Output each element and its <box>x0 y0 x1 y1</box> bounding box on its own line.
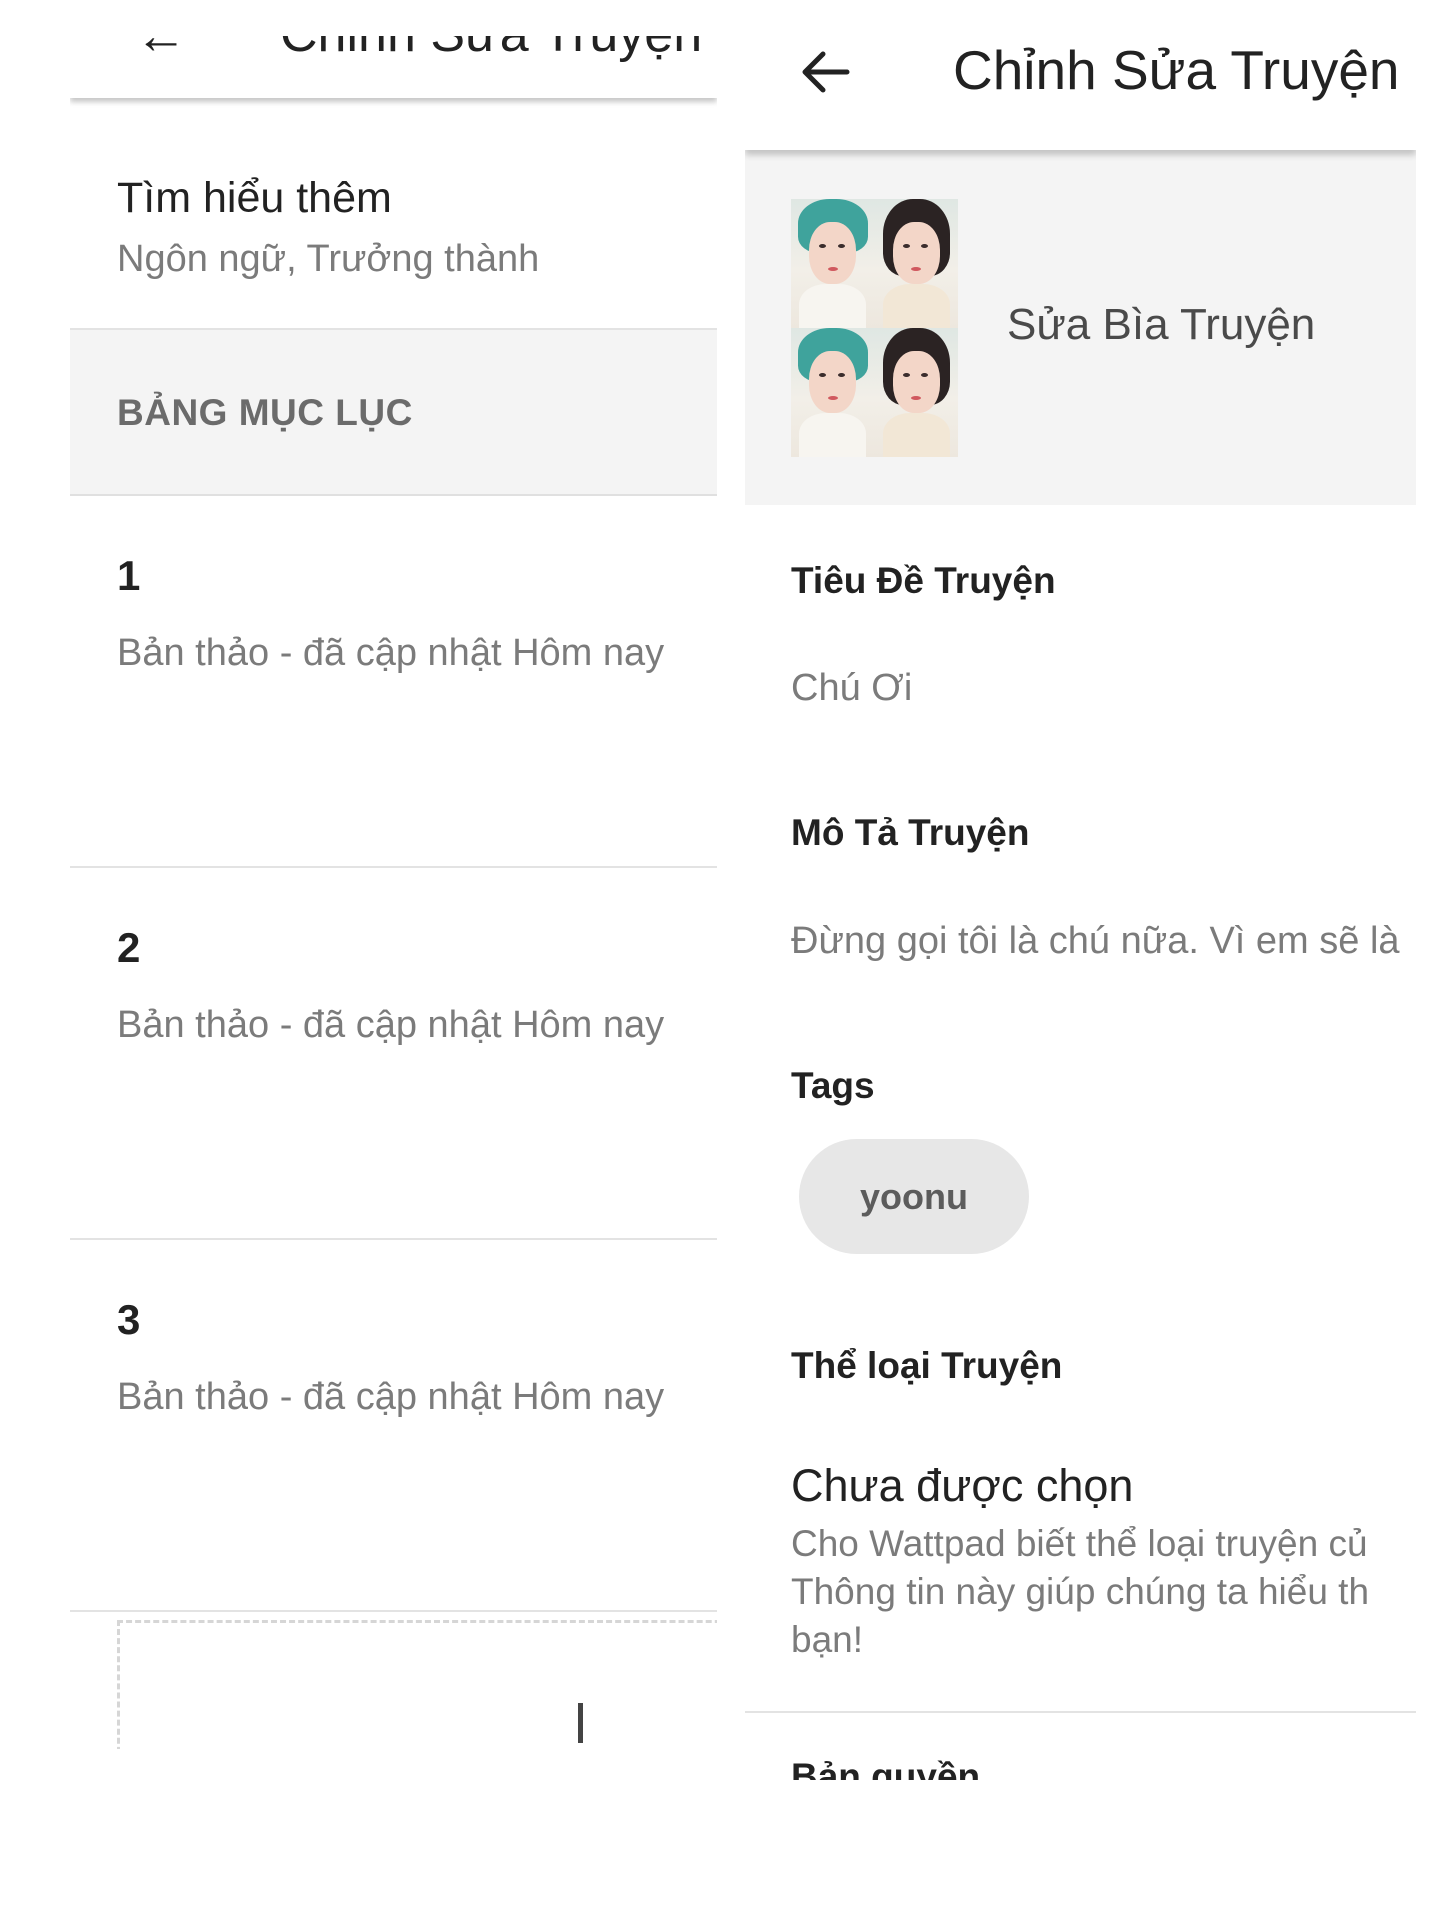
chapter-status: Bản thảo - đã cập nhật Hôm nay <box>117 1376 665 1418</box>
chapter-status: Bản thảo - đã cập nhật Hôm nay <box>117 1004 665 1046</box>
chapter-row[interactable]: 3 Bản thảo - đã cập nhật Hôm nay <box>70 1240 717 1612</box>
story-title-field[interactable]: Chú Ơi <box>791 667 912 710</box>
copyright-label[interactable]: Bản quyền <box>791 1756 980 1780</box>
learn-more-subtitle: Ngôn ngữ, Trưởng thành <box>117 238 540 280</box>
left-page-title: Chỉnh Sửa Truyện <box>280 36 702 64</box>
right-top-app-bar: Chỉnh Sửa Truyện <box>745 0 1416 150</box>
tags-label: Tags <box>791 1065 875 1106</box>
cover-section[interactable]: Sửa Bìa Truyện <box>745 150 1416 505</box>
toc-header-label: BẢNG MỤC LỤC <box>117 392 413 433</box>
genre-label: Thể loại Truyện <box>791 1345 1063 1386</box>
chapter-number: 2 <box>117 924 141 971</box>
chapter-row[interactable]: 1 Bản thảo - đã cập nhật Hôm nay <box>70 496 717 868</box>
back-arrow-icon[interactable]: ← <box>135 36 187 66</box>
learn-more-title: Tìm hiểu thêm <box>117 174 392 222</box>
cover-image[interactable] <box>791 199 958 457</box>
page-title: Chỉnh Sửa Truyện <box>953 39 1400 101</box>
chapter-row[interactable]: 2 Bản thảo - đã cập nhật Hôm nay <box>70 868 717 1240</box>
chapter-status: Bản thảo - đã cập nhật Hôm nay <box>117 632 665 674</box>
chapter-number: 3 <box>117 1296 141 1343</box>
chapter-number: 1 <box>117 552 141 599</box>
add-new-part-button[interactable] <box>117 1620 717 1749</box>
right-screen: Chỉnh Sửa Truyện Sửa Bìa Truyện Tiêu Đề … <box>745 0 1416 1780</box>
genre-selector[interactable]: Chưa được chọn <box>791 1460 1133 1512</box>
cover-image-tile <box>874 199 958 328</box>
table-of-contents-header: BẢNG MỤC LỤC <box>70 330 717 496</box>
story-description-label: Mô Tả Truyện <box>791 812 1030 853</box>
cover-image-tile <box>874 328 958 457</box>
left-screen: ← Chỉnh Sửa Truyện Tìm hiểu thêm Ngôn ng… <box>70 36 717 1749</box>
left-top-app-bar: ← Chỉnh Sửa Truyện <box>70 36 717 98</box>
cover-image-tile <box>791 199 875 328</box>
tag-chip[interactable]: yoonu <box>799 1139 1029 1254</box>
story-title-label: Tiêu Đề Truyện <box>791 560 1056 601</box>
back-arrow-icon[interactable] <box>797 44 853 100</box>
genre-help-text: Cho Wattpad biết thể loại truyện củ Thôn… <box>791 1523 1370 1660</box>
story-description-field[interactable]: Đừng gọi tôi là chú nữa. Vì em sẽ là <box>791 920 1400 963</box>
edit-cover-label[interactable]: Sửa Bìa Truyện <box>1007 300 1315 350</box>
plus-icon <box>578 1703 583 1743</box>
cover-image-tile <box>791 328 875 457</box>
learn-more-row[interactable]: Tìm hiểu thêm Ngôn ngữ, Trưởng thành <box>70 98 717 330</box>
divider <box>745 1711 1416 1713</box>
